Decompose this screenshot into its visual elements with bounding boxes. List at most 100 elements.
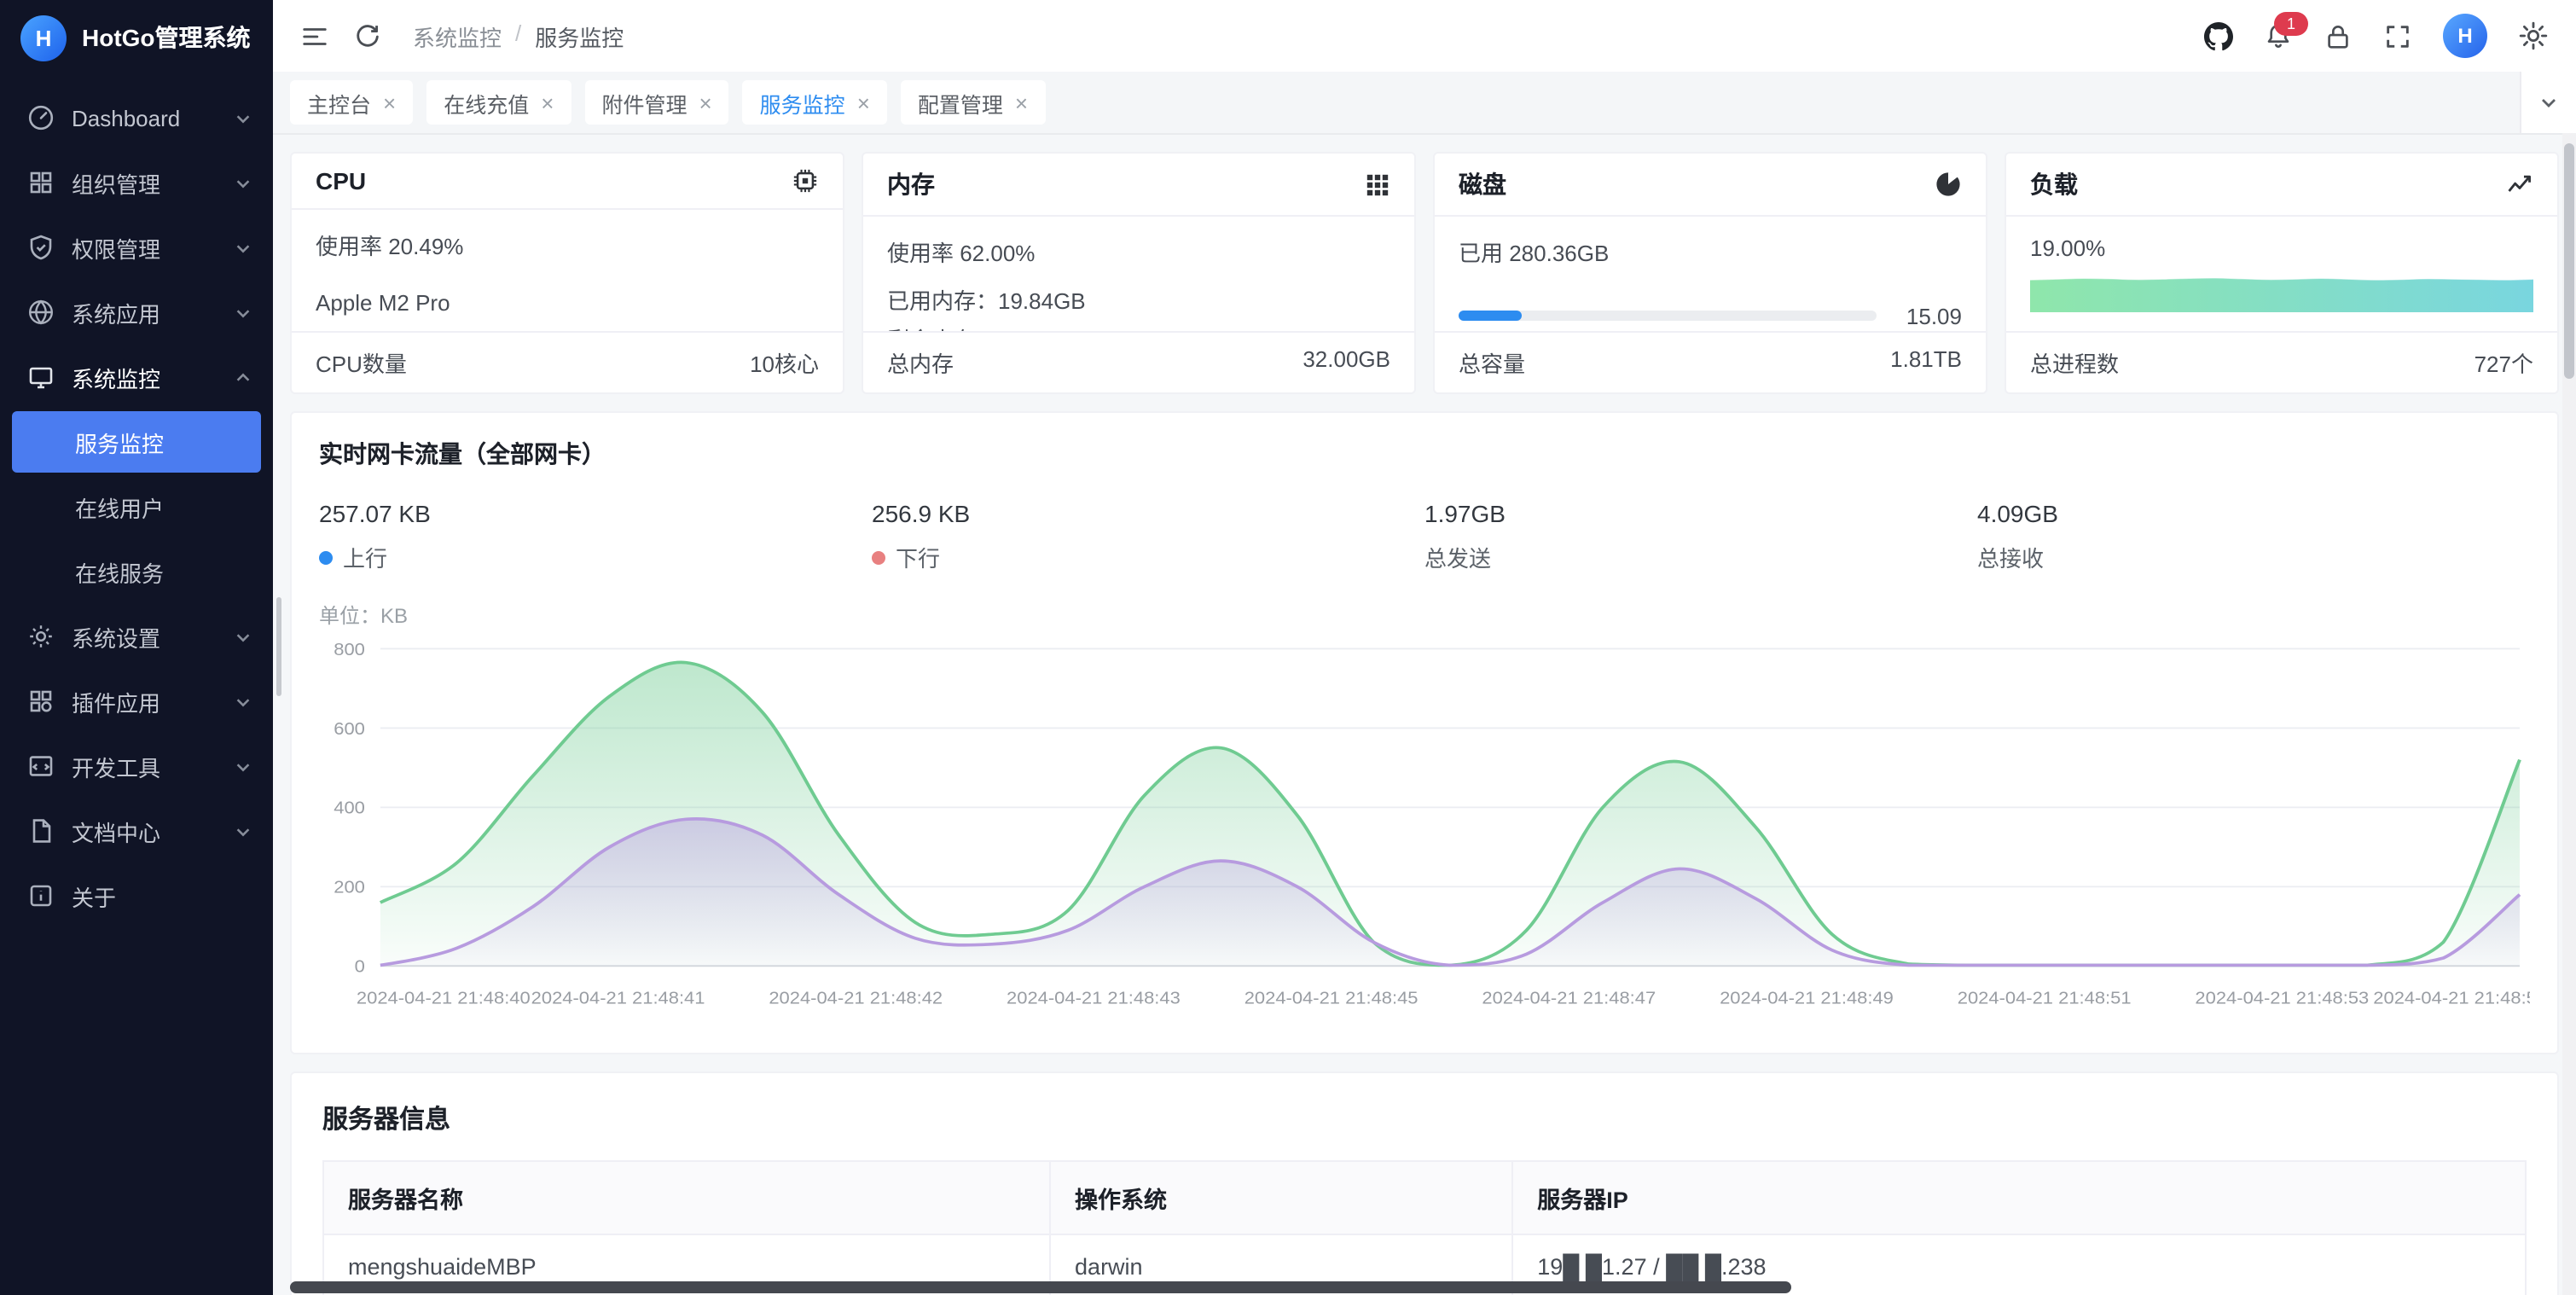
sidebar-item-label: 组织管理: [72, 166, 234, 199]
tab-5[interactable]: 配置管理 ×: [901, 80, 1045, 125]
disk-footer-label: 总容量: [1459, 346, 1525, 379]
refresh-icon[interactable]: [353, 21, 382, 50]
chevron-down-icon: [234, 238, 252, 257]
sidebar-item-perm[interactable]: 权限管理: [0, 215, 273, 280]
svg-text:2024-04-21 21:48:49: 2024-04-21 21:48:49: [1720, 989, 1894, 1008]
traffic-stat-3: 4.09GB总接收: [1977, 500, 2530, 573]
sidebar-subitem-0[interactable]: 服务监控: [12, 411, 261, 473]
app-icon: [27, 299, 55, 326]
memory-usage: 使用率 62.00%: [887, 235, 1390, 268]
sidebar-subitem-2[interactable]: 在线服务: [0, 539, 273, 604]
plugin-icon: [27, 688, 55, 715]
tab-3[interactable]: 附件管理×: [584, 80, 728, 125]
avatar-letter: H: [2457, 24, 2472, 48]
load-footer-label: 总进程数: [2030, 346, 2119, 379]
sidebar-item-label: 开发工具: [72, 750, 234, 782]
tab-close-icon[interactable]: ×: [699, 91, 711, 113]
tab-close-icon[interactable]: ×: [541, 91, 554, 113]
load-footer-value: 727个: [2474, 346, 2533, 379]
server-info-card: 服务器信息 服务器名称操作系统服务器IP mengshuaideMBPdarwi…: [290, 1071, 2559, 1295]
org-icon: [27, 169, 55, 196]
tab-close-icon[interactable]: ×: [1015, 91, 1028, 113]
dashboard-icon: [27, 104, 55, 131]
settings-gear-icon[interactable]: [2518, 20, 2549, 51]
memory-footer-label: 总内存: [887, 346, 954, 379]
traffic-stat-2: 1.97GB总发送: [1424, 500, 1977, 573]
stat-cards-row: CPU 使用率 20.49% Apple M2 Pro CPU数量 10核心: [290, 152, 2559, 394]
sidebar-menu: Dashboard 组织管理权限管理系统应用系统监控服务监控在线用户在线服务系统设…: [0, 75, 273, 928]
memory-used: 已用内存：19.84GB: [887, 283, 1390, 316]
svg-text:2024-04-21 21:48:43: 2024-04-21 21:48:43: [1007, 989, 1181, 1008]
cpu-model: Apple M2 Pro: [316, 290, 819, 316]
sidebar-item-org[interactable]: 组织管理: [0, 150, 273, 215]
tab-2[interactable]: 在线充值×: [426, 80, 571, 125]
tab-close-icon[interactable]: ×: [857, 91, 870, 113]
tab-label: 服务监控: [760, 86, 845, 119]
tabs-container: 主控台×在线充值×附件管理×服务监控×配置管理×: [290, 80, 1045, 125]
cpu-card: CPU 使用率 20.49% Apple M2 Pro CPU数量 10核心: [290, 152, 844, 394]
sidebar-item-app[interactable]: 系统应用: [0, 280, 273, 345]
svg-text:2024-04-21 21:48:45: 2024-04-21 21:48:45: [1244, 989, 1419, 1008]
sidebar-item-plugin[interactable]: 插件应用: [0, 669, 273, 734]
vertical-scrollbar-thumb[interactable]: [2564, 143, 2574, 379]
sidebar-item-about[interactable]: 关于: [0, 863, 273, 928]
sidebar-subitem-1[interactable]: 在线用户: [0, 474, 273, 539]
disk-card-title: 磁盘: [1459, 167, 1506, 201]
tab-label: 配置管理: [918, 86, 1003, 119]
svg-text:2024-04-21 21:48:55: 2024-04-21 21:48:55: [2373, 989, 2530, 1008]
traffic-area-chart: 02004006008002024-04-21 21:48:402024-04-…: [319, 633, 2530, 1029]
tab-label: 主控台: [307, 86, 371, 119]
server-table-header-2: 服务器IP: [1512, 1161, 2526, 1234]
disk-progress-track: [1459, 311, 1877, 321]
breadcrumb-item-current: 服务监控: [535, 20, 624, 52]
app-title: HotGo管理系统: [82, 20, 251, 55]
github-icon[interactable]: [2204, 21, 2233, 50]
breadcrumb-separator: /: [515, 20, 521, 52]
traffic-card-title: 实时网卡流量（全部网卡）: [319, 437, 2530, 471]
load-sparkline-chart: [2030, 275, 2533, 312]
breadcrumb-item[interactable]: 系统监控: [413, 20, 502, 52]
docs-icon: [27, 817, 55, 845]
tab-close-icon[interactable]: ×: [383, 91, 396, 113]
memory-footer-value: 32.00GB: [1303, 346, 1390, 379]
horizontal-scrollbar-thumb[interactable]: [290, 1281, 1791, 1293]
disk-used: 已用 280.36GB: [1459, 235, 1962, 268]
traffic-stat-0: 257.07 KB 上行: [319, 500, 872, 573]
fullscreen-icon[interactable]: [2383, 21, 2412, 50]
svg-text:2024-04-21 21:48:42: 2024-04-21 21:48:42: [769, 989, 943, 1008]
memory-free: 剩余内存：12.16GB: [887, 322, 1390, 331]
traffic-stat-label: 总发送: [1424, 541, 1491, 573]
notification-badge: 1: [2274, 11, 2308, 35]
svg-text:2024-04-21 21:48:41: 2024-04-21 21:48:41: [531, 989, 705, 1008]
user-avatar[interactable]: H: [2443, 14, 2487, 58]
sidebar-subitem-label: 服务监控: [75, 426, 164, 458]
disk-card: 磁盘 已用 280.36GB 15.09 %: [1433, 152, 1987, 394]
lock-screen-icon[interactable]: [2324, 21, 2353, 50]
svg-text:2024-04-21 21:48:51: 2024-04-21 21:48:51: [1958, 989, 2132, 1008]
sidebar-scrollbar-thumb[interactable]: [276, 597, 281, 696]
chevron-down-icon: [234, 108, 252, 127]
sidebar-item-monitor[interactable]: 系统监控: [0, 345, 273, 409]
traffic-stat-value: 257.07 KB: [319, 500, 872, 527]
traffic-stats-row: 257.07 KB 上行 256.9 KB下行1.97GB总发送4.09GB总接收: [319, 500, 2530, 573]
sidebar-item-dashboard[interactable]: Dashboard: [0, 85, 273, 150]
sidebar-item-settings[interactable]: 系统设置: [0, 604, 273, 669]
collapse-sidebar-icon[interactable]: [300, 21, 329, 50]
tab-4[interactable]: 服务监控 ×: [743, 80, 887, 125]
traffic-stat-label: 总接收: [1977, 541, 2044, 573]
memory-grid-icon: [1365, 171, 1390, 197]
tab-1[interactable]: 主控台 ×: [290, 80, 413, 125]
app-logo[interactable]: H HotGo管理系统: [0, 0, 273, 75]
notification-bell-icon[interactable]: 1: [2264, 21, 2293, 50]
sidebar-item-label: 系统监控: [72, 361, 234, 393]
svg-text:2024-04-21 21:48:53: 2024-04-21 21:48:53: [2195, 989, 2369, 1008]
svg-text:200: 200: [334, 878, 365, 897]
sidebar-item-devtools[interactable]: 开发工具: [0, 734, 273, 798]
tabs-dropdown-button[interactable]: [2520, 72, 2576, 133]
sidebar-item-docs[interactable]: 文档中心: [0, 798, 273, 863]
cpu-footer-label: CPU数量: [316, 346, 407, 379]
sidebar-item-label: 插件应用: [72, 685, 234, 717]
traffic-stat-1: 256.9 KB下行: [872, 500, 1424, 573]
traffic-stat-label: 上行: [343, 541, 387, 573]
trend-line-icon: [2506, 171, 2533, 198]
